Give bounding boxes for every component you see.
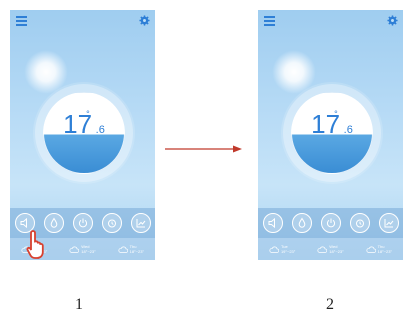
- forecast-day: Tue19°~23°: [269, 244, 295, 254]
- alarm-clock-icon: [107, 219, 116, 228]
- phone-screen-2: 17°.6 Tue 19°~23° Wed 18°~23° Thu 18°~23…: [258, 10, 403, 260]
- temperature-dial: 17°.6: [43, 92, 125, 174]
- cloud-icon: [118, 246, 128, 253]
- chart-icon: [384, 219, 393, 228]
- menu-icon[interactable]: [16, 16, 27, 26]
- temperature-readout: 17°.6: [292, 109, 372, 138]
- forecast-day: Thu 18°~23°: [118, 244, 144, 254]
- phone-screen-1: 17°.6 Tue19°~23° Wed18°~23° Thu18°: [10, 10, 155, 260]
- alarm-clock-icon: [355, 219, 364, 228]
- forecast-range: 18°~23°: [377, 249, 393, 254]
- control-bar: [258, 208, 403, 238]
- forecast-range: 18°~23°: [129, 249, 145, 254]
- sun-glow: [24, 50, 68, 94]
- forecast-day: Thu 18°~23°: [366, 244, 392, 254]
- gear-icon[interactable]: [139, 15, 150, 26]
- chart-icon: [136, 219, 145, 228]
- forecast-range: 19°~23°: [280, 249, 296, 254]
- cloud-icon: [366, 246, 376, 253]
- forecast-range: 18°~23°: [329, 249, 344, 254]
- power-button[interactable]: [72, 213, 93, 233]
- step-label-1: 1: [75, 296, 83, 313]
- cloud-icon: [269, 246, 279, 253]
- forecast-range: 18°~23°: [81, 249, 96, 254]
- alarm-button[interactable]: [101, 213, 122, 233]
- temperature-readout: 17°.6: [44, 109, 124, 138]
- chart-button[interactable]: [378, 213, 399, 233]
- water-drop-icon: [50, 217, 57, 228]
- gear-icon[interactable]: [387, 15, 398, 26]
- forecast-day: Wed 18°~23°: [69, 244, 96, 254]
- menu-icon[interactable]: [264, 16, 275, 26]
- arrow-right-icon: [165, 145, 242, 153]
- cloud-icon: [69, 246, 80, 253]
- forecast-day: Wed 18°~23°: [317, 244, 344, 254]
- temperature-dial: 17°.6: [291, 92, 373, 174]
- water-drop-icon: [298, 217, 305, 228]
- step-label-2: 2: [326, 296, 334, 313]
- speaker-button[interactable]: [262, 213, 283, 233]
- power-icon: [78, 218, 87, 228]
- chart-button[interactable]: [130, 213, 151, 233]
- power-button[interactable]: [320, 213, 341, 233]
- forecast-bar: Tue19°~23° Wed18°~23° Thu18°~23°: [258, 238, 403, 260]
- speaker-icon: [268, 217, 275, 229]
- pointing-hand-icon: [26, 230, 44, 259]
- humidity-button[interactable]: [291, 213, 312, 233]
- temperature-decimal: .6: [95, 124, 105, 136]
- sun-glow: [272, 50, 316, 94]
- alarm-button[interactable]: [349, 213, 370, 233]
- degree-symbol: °: [86, 109, 90, 119]
- cloud-icon: [317, 246, 328, 253]
- temperature-decimal: .6: [343, 124, 353, 136]
- speaker-icon: [20, 217, 27, 229]
- power-icon: [326, 218, 335, 228]
- degree-symbol: °: [334, 109, 338, 119]
